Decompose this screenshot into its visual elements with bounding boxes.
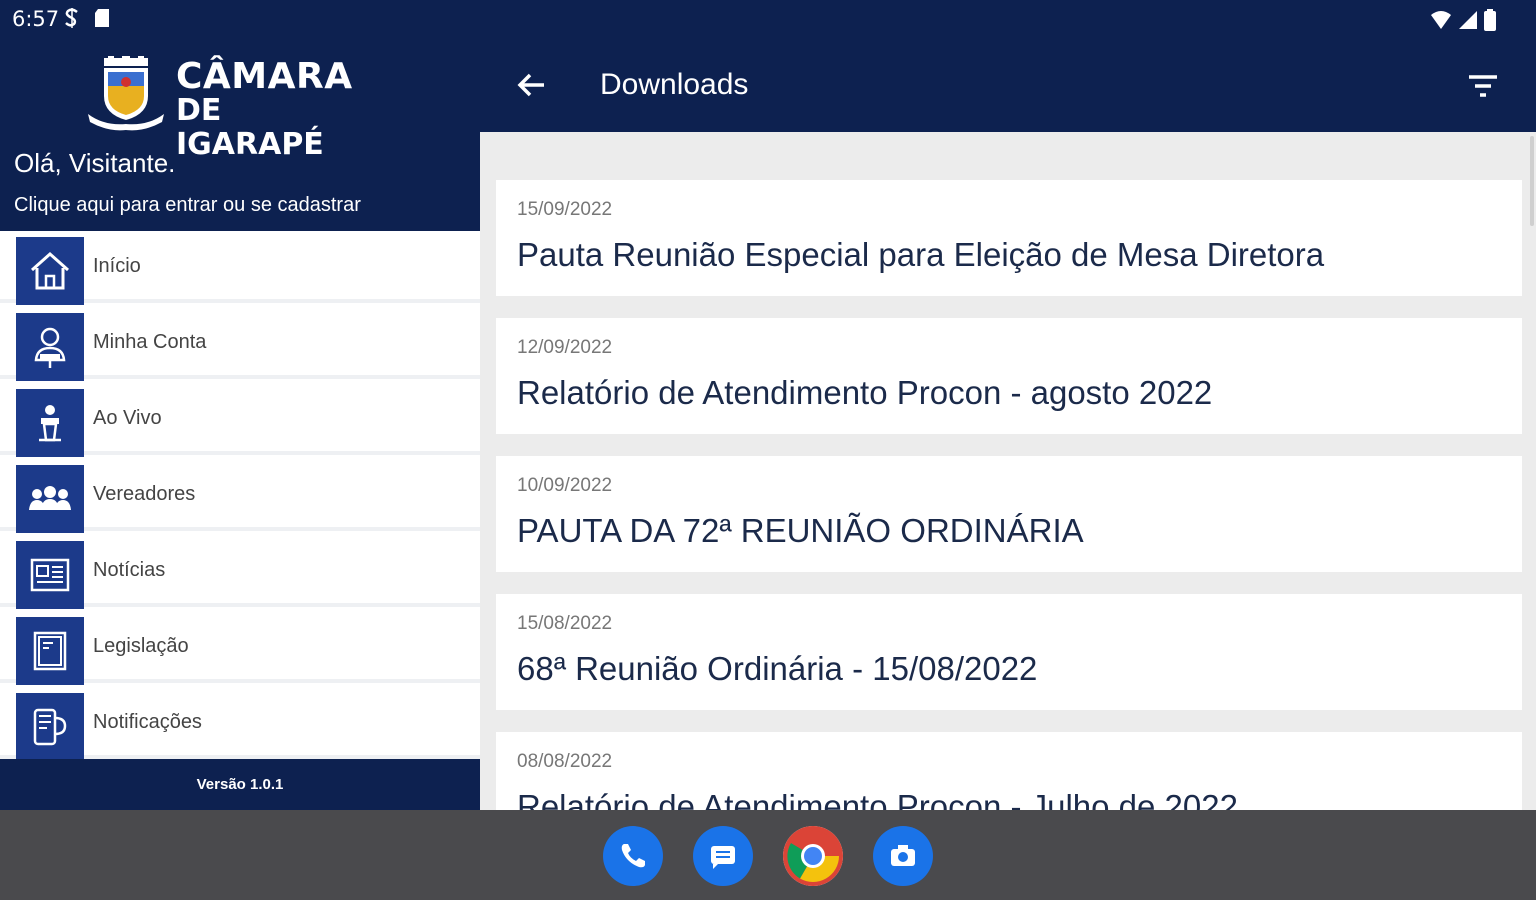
menu-item-legislacao[interactable]: Legislação bbox=[0, 611, 480, 685]
messages-icon[interactable] bbox=[693, 826, 753, 886]
camera-icon[interactable] bbox=[873, 826, 933, 886]
download-item[interactable]: 15/08/2022 68ª Reunião Ordinária - 15/08… bbox=[496, 594, 1522, 710]
coat-of-arms-icon bbox=[88, 56, 164, 131]
menu-label: Minha Conta bbox=[93, 331, 207, 353]
user-account-icon bbox=[16, 313, 84, 381]
download-date: 12/09/2022 bbox=[517, 337, 613, 358]
arrow-back-icon[interactable] bbox=[514, 68, 548, 102]
downloads-list[interactable]: 15/09/2022 Pauta Reunião Especial para E… bbox=[480, 132, 1536, 810]
download-date: 10/09/2022 bbox=[517, 475, 613, 496]
page-title: Downloads bbox=[600, 68, 749, 101]
download-item[interactable]: 12/09/2022 Relatório de Atendimento Proc… bbox=[496, 318, 1522, 434]
menu-label: Notificações bbox=[93, 711, 202, 733]
system-dock bbox=[0, 810, 1536, 900]
camara-logo: CÂMARA DE IGARAPÉ bbox=[84, 56, 354, 162]
app-bar: Downloads bbox=[480, 38, 1536, 132]
home-icon bbox=[16, 237, 84, 305]
scrollbar[interactable] bbox=[1530, 136, 1534, 226]
menu-item-inicio[interactable]: Início bbox=[0, 231, 480, 305]
logo-subtitle: DE IGARAPÉ bbox=[176, 93, 324, 162]
signal-icon bbox=[1458, 10, 1478, 35]
podium-icon bbox=[16, 389, 84, 457]
download-date: 15/09/2022 bbox=[517, 199, 613, 220]
download-title: Relatório de Atendimento Procon - Julho … bbox=[517, 788, 1238, 810]
download-item[interactable]: 10/09/2022 PAUTA DA 72ª REUNIÃO ORDINÁRI… bbox=[496, 456, 1522, 572]
menu-item-noticias[interactable]: Notícias bbox=[0, 535, 480, 609]
navigation-drawer: CÂMARA DE IGARAPÉ Olá, Visitante. Clique… bbox=[0, 38, 480, 810]
download-item[interactable]: 08/08/2022 Relatório de Atendimento Proc… bbox=[496, 732, 1522, 810]
chrome-icon[interactable] bbox=[783, 826, 843, 886]
menu-label: Ao Vivo bbox=[93, 407, 162, 429]
greeting-text: Olá, Visitante. bbox=[14, 148, 176, 178]
newspaper-icon bbox=[16, 541, 84, 609]
phone-icon[interactable] bbox=[603, 826, 663, 886]
download-date: 15/08/2022 bbox=[517, 613, 613, 634]
wifi-icon bbox=[1430, 10, 1452, 35]
download-title: 68ª Reunião Ordinária - 15/08/2022 bbox=[517, 650, 1038, 687]
menu-label: Legislação bbox=[93, 635, 189, 657]
logo-title: CÂMARA bbox=[176, 56, 353, 97]
menu-item-minha-conta[interactable]: Minha Conta bbox=[0, 307, 480, 381]
status-bar: 6:57 bbox=[0, 0, 1536, 38]
notification-icon bbox=[16, 693, 84, 759]
menu-label: Notícias bbox=[93, 559, 166, 581]
download-title: Relatório de Atendimento Procon - agosto… bbox=[517, 374, 1213, 411]
download-title: Pauta Reunião Especial para Eleição de M… bbox=[517, 236, 1325, 273]
menu-label: Vereadores bbox=[93, 483, 196, 505]
s-app-icon bbox=[64, 8, 80, 33]
download-title: PAUTA DA 72ª REUNIÃO ORDINÁRIA bbox=[517, 512, 1084, 549]
menu-label: Início bbox=[93, 255, 141, 277]
people-group-icon bbox=[16, 465, 84, 533]
book-icon bbox=[16, 617, 84, 685]
sd-card-icon bbox=[94, 8, 110, 33]
menu-item-notificacoes[interactable]: Notificações bbox=[0, 687, 480, 759]
filter-icon[interactable] bbox=[1466, 72, 1500, 100]
menu-item-vereadores[interactable]: Vereadores bbox=[0, 459, 480, 533]
login-link[interactable]: Clique aqui para entrar ou se cadastrar bbox=[14, 194, 361, 217]
battery-icon bbox=[1484, 9, 1496, 36]
drawer-header: CÂMARA DE IGARAPÉ Olá, Visitante. Clique… bbox=[0, 38, 480, 231]
drawer-menu: Início Minha Conta Ao Vivo Vereadores No… bbox=[0, 231, 480, 759]
download-item[interactable]: 15/09/2022 Pauta Reunião Especial para E… bbox=[496, 180, 1522, 296]
app-version: Versão 1.0.1 bbox=[0, 759, 480, 810]
status-time: 6:57 bbox=[12, 7, 60, 31]
menu-item-ao-vivo[interactable]: Ao Vivo bbox=[0, 383, 480, 457]
download-date: 08/08/2022 bbox=[517, 751, 613, 772]
